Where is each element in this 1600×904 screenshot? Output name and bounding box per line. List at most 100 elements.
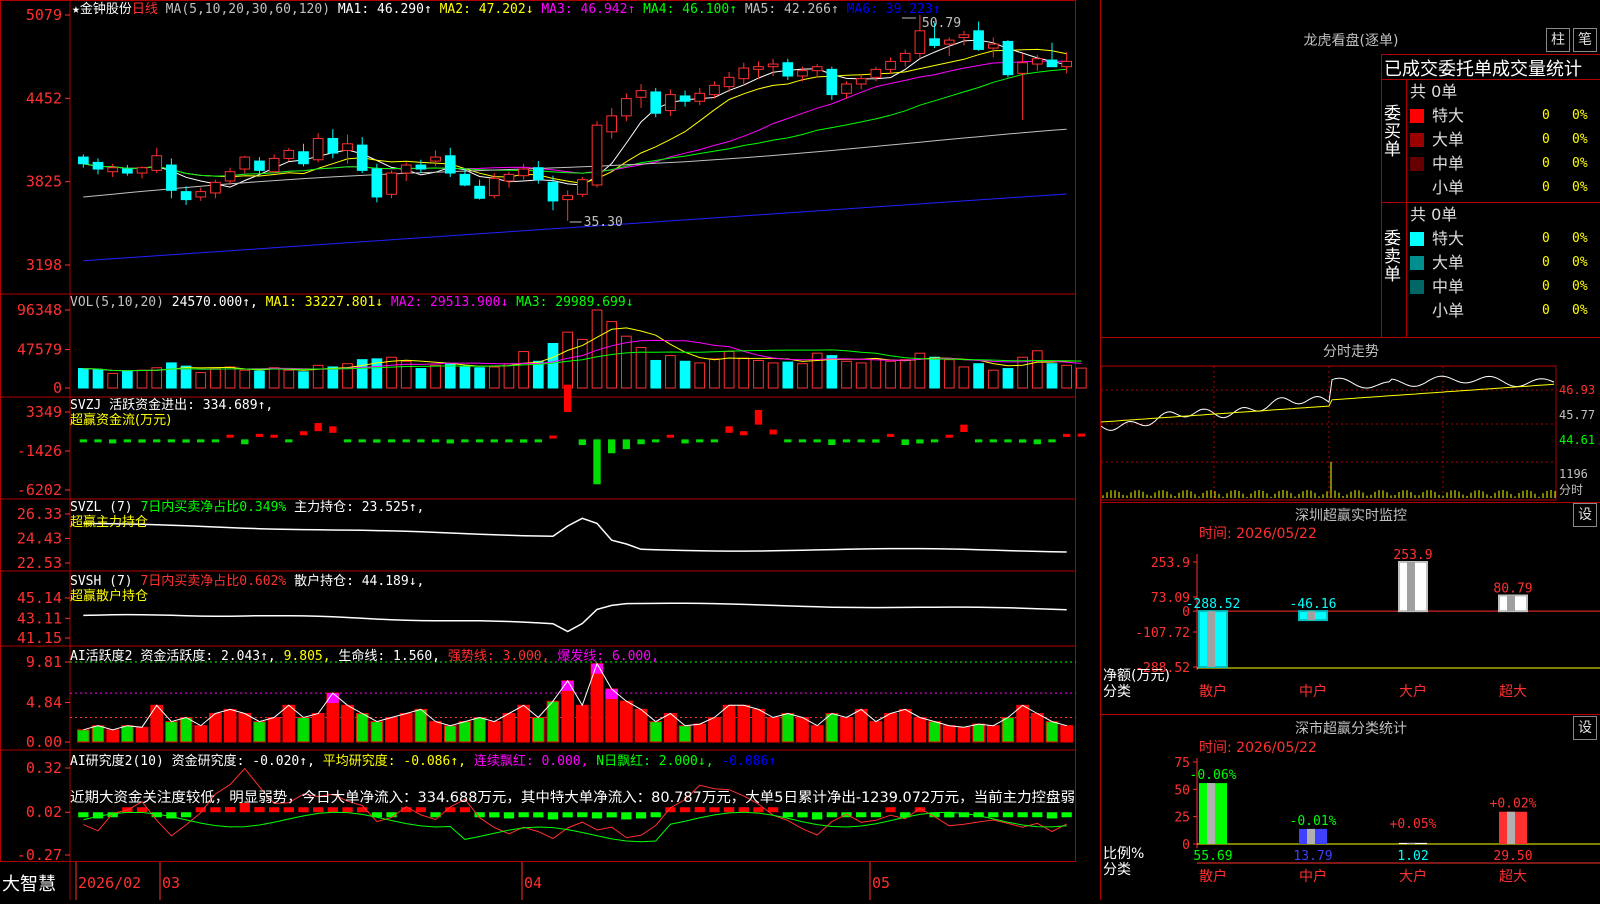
flow-bar [681, 439, 689, 444]
activity-bar [355, 712, 369, 743]
activity-bar [634, 708, 648, 743]
volume-bar [885, 360, 896, 389]
candle-body [811, 66, 823, 72]
low-label: 35.30 [584, 215, 623, 230]
activity-bar [986, 725, 1000, 743]
research-bar [856, 812, 867, 818]
candle-body [547, 181, 559, 202]
candle-body [195, 191, 207, 198]
volume-bar [973, 363, 984, 389]
candle-body [914, 30, 926, 54]
research-bar [621, 812, 632, 820]
activity-bar [972, 723, 985, 743]
volume-bar [488, 366, 500, 389]
activity-bar [722, 704, 736, 743]
research-bar [224, 807, 236, 813]
buy-order-name: 中单 [1432, 154, 1465, 173]
candle-body [474, 185, 485, 199]
candle-body [973, 30, 984, 50]
sz-class-bar-shade [1407, 842, 1415, 844]
activity-bar [443, 725, 457, 743]
flow-bar [666, 434, 675, 438]
volume-bar [797, 363, 808, 389]
buy-orders-label: 委买单 [1384, 104, 1401, 160]
buy-order-count: 0 [1542, 156, 1550, 171]
activity-bar [781, 712, 795, 743]
flow-bar [358, 439, 366, 443]
activity-bar [209, 712, 222, 743]
ma-value: MA5: 42.266↑ [745, 2, 847, 17]
vol-ma-value: MA3: 29989.699↓ [516, 295, 633, 310]
volume-bar [943, 359, 955, 389]
candle-body [166, 164, 177, 191]
price-tick-label: 4452 [26, 89, 62, 107]
candle-body [797, 70, 808, 77]
volume-bar [77, 368, 89, 389]
sz-monitor-value-label: -46.16 [1290, 597, 1337, 612]
flow-bar [402, 439, 410, 443]
research-bar [327, 807, 338, 813]
activity-bar [1016, 704, 1030, 743]
sz-class-bar-shade [1207, 783, 1215, 844]
candle-body [371, 168, 383, 198]
flow-bar [387, 439, 396, 443]
svzl-ratio: 7日内买卖净占比0.349% [140, 499, 294, 515]
sz-class-tick-label: 0 [1182, 838, 1190, 853]
candle-body [591, 124, 603, 186]
kline-chart-area[interactable]: 5079 4452 3825 3198 50.79 35.30 ★金钟股份日线 MA(5,1… [0, 0, 1100, 900]
candle-body [488, 177, 500, 197]
buy-order-color-swatch [1410, 157, 1424, 171]
candle-body [400, 164, 412, 174]
price-tick-label: 3825 [26, 173, 62, 191]
activity-bar [898, 708, 912, 743]
activity-bar [253, 721, 266, 743]
flow-bar [725, 426, 733, 433]
sell-order-color-swatch [1410, 280, 1424, 294]
tick-mode-button[interactable]: 笔 [1573, 28, 1597, 52]
ai-active-value: 9.805, [284, 649, 339, 664]
research-bar [210, 807, 221, 813]
candle-body [943, 39, 955, 45]
flow-bar [153, 439, 161, 443]
volume-bar [899, 359, 911, 389]
intraday-price-line [1101, 375, 1555, 431]
candle-body [122, 168, 133, 174]
sz-class-value-label: 1.02 [1397, 849, 1428, 864]
intraday-chart[interactable]: 46.93 45.77 44.61 1196 分时 [1101, 362, 1600, 502]
candle-body [239, 156, 251, 170]
volume-bar [826, 355, 838, 389]
longhu-tabs[interactable]: 已成交委托单成交量统计 [1384, 55, 1582, 81]
activity-bar [311, 712, 325, 743]
volume-bar [195, 372, 207, 389]
sz-monitor-bar-shade [1307, 611, 1315, 621]
sell-order-count: 0 [1542, 303, 1550, 318]
flow-bar [593, 439, 601, 485]
flow-bar [197, 439, 205, 443]
flow-bar [622, 439, 631, 450]
candle-body [386, 172, 397, 195]
flow-bar [417, 439, 425, 443]
research-bar [1032, 812, 1043, 818]
bar-mode-button[interactable]: 柱 [1546, 28, 1570, 52]
candle-body [77, 156, 89, 165]
svsh-header: SVSH (7) 7日内买卖净占比0.602% 散户持仓: 44.189↓, [70, 573, 424, 589]
sz-monitor-category: 超大 [1499, 684, 1527, 700]
sz-class-settings-button[interactable]: 设 [1573, 716, 1597, 740]
sz-class-category: 大户 [1399, 868, 1427, 885]
main-chart-svg[interactable]: 5079 4452 3825 3198 50.79 35.30 ★金钟股份日线 MA(5,1… [0, 0, 1100, 900]
activity-bar [942, 725, 956, 743]
svzl-value: 主力持仓: 23.525↑, [294, 500, 424, 515]
activity-bar [487, 721, 501, 743]
volume-bar [547, 342, 559, 389]
activity-bar [752, 708, 765, 743]
ai-research-label: AI研究度2(10) [70, 753, 172, 769]
flow-bar [226, 434, 234, 438]
flow-bar [285, 439, 293, 443]
research-bar [753, 807, 764, 813]
volume-bar [136, 369, 148, 389]
flow-bar [329, 426, 337, 433]
buy-order-name: 大单 [1432, 130, 1465, 149]
candle-body [694, 92, 706, 102]
flow-bar [343, 439, 352, 443]
volume-bar [503, 363, 515, 389]
